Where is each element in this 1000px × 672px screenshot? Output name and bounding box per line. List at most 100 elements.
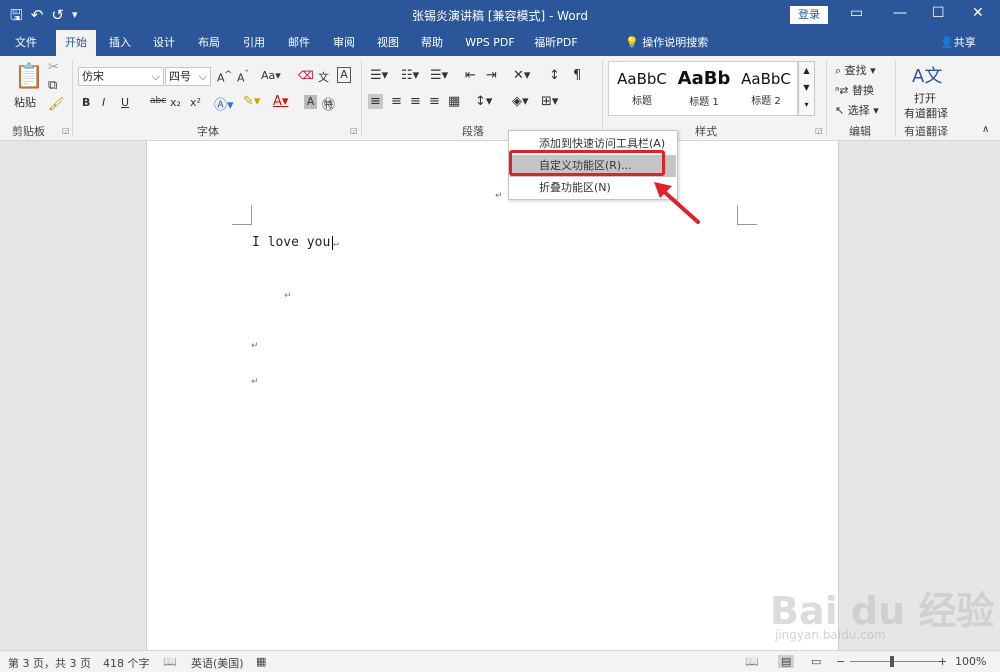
underline-button[interactable]: U — [121, 96, 129, 109]
grow-font-icon[interactable]: A^ — [217, 69, 232, 85]
zoom-slider-thumb[interactable] — [890, 656, 894, 667]
translate-icon[interactable]: A文 — [912, 62, 942, 88]
styles-scroll[interactable]: ▲ ▼ ▾ — [798, 61, 815, 116]
editing-group-label: 编辑 — [849, 125, 871, 138]
open-translate-label[interactable]: 打开 — [914, 90, 936, 106]
collapse-ribbon-icon[interactable]: ∧ — [982, 124, 989, 135]
zoom-slider[interactable] — [850, 661, 942, 662]
language[interactable]: 英语(美国) — [191, 655, 244, 671]
maximize-icon[interactable]: ☐ — [932, 5, 945, 21]
youdao-translate-label[interactable]: 有道翻译 — [904, 105, 948, 121]
tab-wps-pdf[interactable]: WPS PDF — [460, 30, 520, 56]
font-size-combo[interactable]: 四号 ⌵ — [165, 67, 211, 86]
phonetic-guide-icon[interactable]: 文 — [318, 69, 329, 85]
subscript-button[interactable]: x₂ — [170, 96, 181, 109]
share-button[interactable]: 👤共享 — [940, 30, 976, 56]
group-divider — [826, 60, 827, 136]
tab-file[interactable]: 文件 — [6, 30, 46, 56]
tab-view[interactable]: 视图 — [369, 30, 407, 56]
page-count[interactable]: 第 3 页，共 3 页 — [8, 655, 91, 671]
distributed-icon[interactable]: ▦ — [448, 94, 460, 109]
align-center-icon[interactable]: ≡ — [391, 94, 402, 109]
change-case-button[interactable]: Aa▾ — [261, 69, 281, 82]
decrease-indent-icon[interactable]: ⇤ — [465, 68, 476, 83]
tab-layout[interactable]: 布局 — [190, 30, 228, 56]
font-color-icon[interactable]: A▾ — [273, 94, 288, 109]
copy-icon[interactable]: ⧉ — [48, 78, 57, 93]
text-effects-icon[interactable]: Ⓐ▾ — [214, 94, 234, 113]
superscript-button[interactable]: x² — [190, 96, 201, 109]
shading-icon[interactable]: ◈▾ — [512, 94, 529, 109]
document-page[interactable]: ↵ I love you ↵ ↵ ↵ ↵ — [146, 141, 839, 656]
styles-launcher-icon[interactable]: ◲ — [815, 126, 823, 135]
enclose-characters-icon[interactable]: ㊕ — [322, 94, 335, 113]
asian-layout-icon[interactable]: ✕▾ — [513, 68, 530, 83]
paste-icon[interactable]: 📋 — [14, 62, 44, 90]
bold-button[interactable]: B — [82, 96, 90, 109]
style-item-heading-1[interactable]: AaBb 标题 1 — [673, 68, 735, 108]
character-shading-icon[interactable]: A — [304, 95, 317, 109]
highlight-icon[interactable]: ✎▾ — [243, 94, 260, 109]
tab-foxit-pdf[interactable]: 福昕PDF — [530, 30, 582, 56]
cut-icon[interactable]: ✂ — [48, 60, 59, 75]
tab-review[interactable]: 审阅 — [325, 30, 363, 56]
login-button[interactable]: 登录 — [790, 6, 828, 24]
font-launcher-icon[interactable]: ◲ — [350, 126, 358, 135]
zoom-in-icon[interactable]: + — [938, 655, 947, 668]
strikethrough-button[interactable]: abc — [150, 96, 166, 106]
format-painter-icon[interactable]: 🖌 — [48, 97, 65, 112]
tab-design[interactable]: 设计 — [145, 30, 183, 56]
align-right-icon[interactable]: ≡ — [410, 94, 421, 109]
status-bar: 第 3 页，共 3 页 418 个字 📖 英语(美国) ▦ 📖 ▤ ▭ − + … — [0, 650, 1000, 672]
minimize-icon[interactable]: — — [893, 5, 907, 21]
document-text[interactable]: I love you ↵ — [252, 235, 339, 250]
style-item-heading[interactable]: AaBbC 标题 — [611, 70, 673, 107]
read-mode-icon[interactable]: 📖 — [745, 655, 759, 668]
numbering-icon[interactable]: ☷▾ — [401, 68, 419, 83]
replace-button[interactable]: ᵃ⇄ 替换 — [835, 82, 874, 98]
tab-references[interactable]: 引用 — [235, 30, 273, 56]
increase-indent-icon[interactable]: ⇥ — [486, 68, 497, 83]
paragraph-mark: ↵ — [251, 341, 259, 351]
justify-icon[interactable]: ≡ — [429, 94, 440, 109]
clipboard-launcher-icon[interactable]: ◲ — [62, 126, 70, 135]
paragraph-mark: ↵ — [495, 191, 503, 201]
print-layout-icon[interactable]: ▤ — [778, 655, 795, 668]
sort-icon[interactable]: ↕ — [549, 68, 560, 83]
web-layout-icon[interactable]: ▭ — [811, 655, 821, 668]
close-icon[interactable]: ✕ — [972, 5, 984, 21]
tab-home[interactable]: 开始 — [56, 30, 96, 56]
zoom-level[interactable]: 100% — [955, 655, 986, 668]
paste-button-label[interactable]: 粘贴 — [14, 94, 36, 110]
macro-icon[interactable]: ▦ — [256, 655, 266, 668]
style-item-heading-2[interactable]: AaBbC 标题 2 — [735, 70, 797, 107]
title-bar: 🖫 ↶ ↺ ▾ 张锡炎演讲稿 [兼容模式] - Word 登录 ▭ — ☐ ✕ — [0, 0, 1000, 30]
proofing-icon[interactable]: 📖 — [163, 655, 177, 668]
group-divider — [361, 60, 362, 136]
line-spacing-icon[interactable]: ↕▾ — [475, 94, 492, 109]
tell-me-search[interactable]: 💡 操作说明搜索 — [625, 30, 708, 56]
group-divider — [602, 60, 603, 136]
align-left-icon[interactable]: ≡ — [368, 94, 383, 109]
word-count[interactable]: 418 个字 — [103, 655, 150, 671]
paragraph-mark: ↵ — [251, 377, 259, 387]
replace-icon: ᵃ⇄ — [835, 84, 849, 97]
tab-help[interactable]: 帮助 — [413, 30, 451, 56]
font-group-label: 字体 — [197, 125, 219, 138]
italic-button[interactable]: I — [102, 96, 105, 109]
bullets-icon[interactable]: ☰▾ — [370, 68, 388, 83]
crop-mark — [737, 205, 757, 225]
find-button[interactable]: ⌕ 查找 ▾ — [835, 62, 876, 78]
clear-formatting-icon[interactable]: ⌫ — [298, 69, 314, 82]
show-marks-icon[interactable]: ¶ — [573, 68, 581, 83]
font-name-combo[interactable]: 仿宋 ⌵ — [78, 67, 164, 86]
multilevel-list-icon[interactable]: ☰▾ — [430, 68, 448, 83]
tab-mailings[interactable]: 邮件 — [280, 30, 318, 56]
ribbon-display-options-icon[interactable]: ▭ — [850, 5, 863, 21]
select-button[interactable]: ↖ 选择 ▾ — [835, 102, 879, 118]
shrink-font-icon[interactable]: Aˇ — [237, 69, 249, 85]
character-border-icon[interactable]: A — [337, 67, 351, 83]
borders-icon[interactable]: ⊞▾ — [541, 94, 558, 109]
tab-insert[interactable]: 插入 — [101, 30, 139, 56]
zoom-out-icon[interactable]: − — [836, 655, 845, 668]
